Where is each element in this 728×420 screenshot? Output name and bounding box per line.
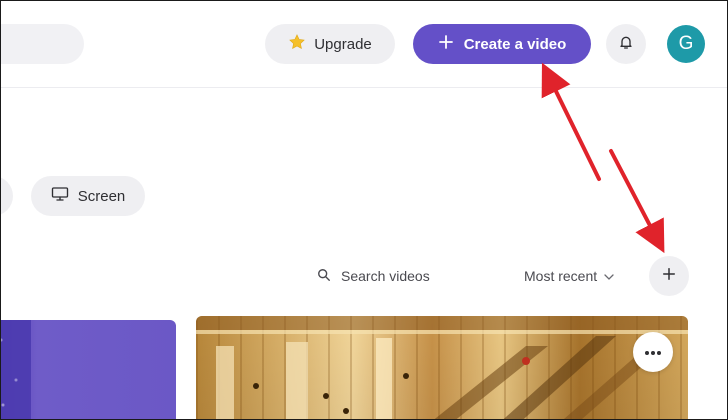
screen-filter-chip[interactable]: Screen <box>31 176 145 216</box>
upgrade-button[interactable]: Upgrade <box>265 24 395 64</box>
create-video-label: Create a video <box>463 35 567 53</box>
avatar[interactable]: G <box>667 25 705 63</box>
add-button[interactable] <box>649 256 689 296</box>
plus-icon <box>438 34 454 54</box>
star-icon <box>288 33 306 55</box>
search-icon <box>317 268 331 285</box>
chevron-down-icon <box>604 268 614 284</box>
sort-dropdown[interactable]: Most recent <box>524 265 614 287</box>
app-window: Upgrade Create a video G Screen Most rec… <box>0 0 728 420</box>
arrow-to-add-button <box>609 149 665 254</box>
notifications-button[interactable] <box>606 24 646 64</box>
sort-label: Most recent <box>524 268 598 284</box>
screen-filter-label: Screen <box>77 187 126 205</box>
monitor-icon <box>51 186 69 206</box>
more-options-button[interactable] <box>633 332 673 372</box>
global-search-field[interactable] <box>1 24 84 64</box>
filter-chip[interactable] <box>1 176 13 216</box>
upgrade-label: Upgrade <box>314 35 372 53</box>
video-search <box>317 265 451 287</box>
more-horizontal-icon <box>644 343 662 361</box>
top-bar: Upgrade Create a video G <box>1 1 727 88</box>
video-thumbnail[interactable] <box>1 320 176 419</box>
plus-icon <box>662 267 676 286</box>
bell-icon <box>618 34 634 55</box>
search-videos-input[interactable] <box>341 268 451 284</box>
create-video-button[interactable]: Create a video <box>413 24 591 64</box>
arrow-to-create-button <box>541 62 601 181</box>
video-thumbnail[interactable] <box>196 316 688 419</box>
